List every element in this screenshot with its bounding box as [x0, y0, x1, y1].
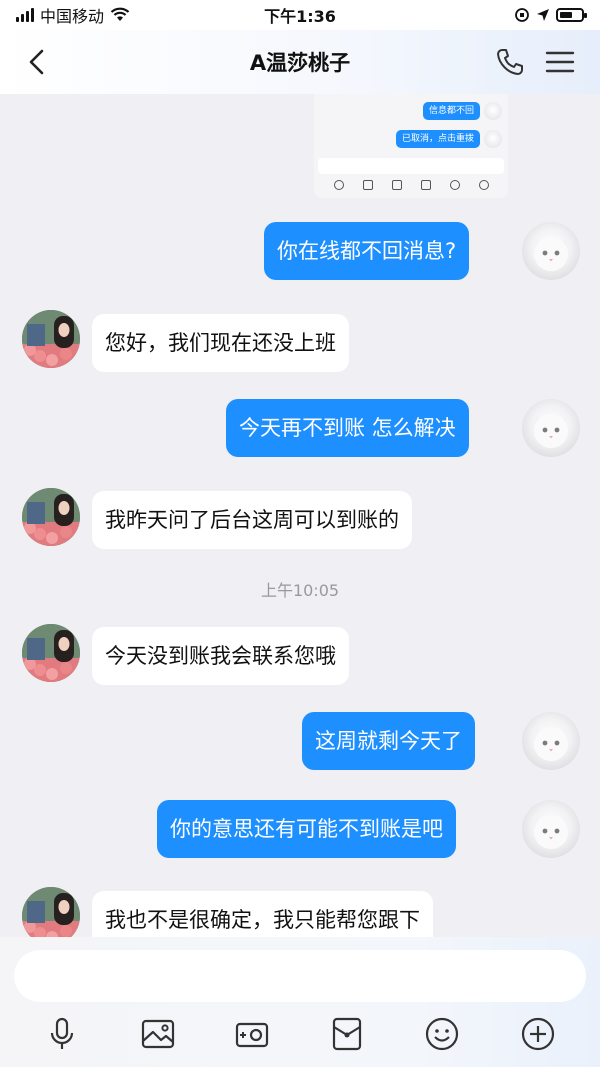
message-input[interactable]: [14, 950, 586, 1002]
contact-avatar[interactable]: [22, 624, 80, 682]
message-bubble-outgoing[interactable]: 你的意思还有可能不到账是吧: [157, 800, 456, 858]
quoted-avatar: [484, 102, 502, 120]
emoji-icon[interactable]: [424, 1016, 460, 1052]
cat-avatar[interactable]: [522, 712, 580, 770]
contact-avatar[interactable]: [22, 310, 80, 368]
message-bubble-outgoing[interactable]: 今天再不到账 怎么解决: [226, 399, 469, 457]
chat-header: A温莎桃子: [0, 30, 600, 94]
quoted-message: 已取消，点击重拨: [395, 130, 480, 148]
contact-avatar[interactable]: [22, 887, 80, 937]
status-bar: 中国移动 下午1:36: [0, 0, 600, 30]
phone-icon[interactable]: [494, 46, 526, 78]
message-timestamp: 上午10:05: [260, 581, 340, 600]
menu-icon[interactable]: [544, 46, 576, 78]
image-icon[interactable]: [140, 1016, 176, 1052]
chat-area[interactable]: 信息都不回 已取消，点击重拨 你在线都不回消息? 您好，我们现在还没上班 今天再…: [0, 94, 600, 937]
signal-icon: [16, 8, 34, 22]
microphone-icon[interactable]: [44, 1016, 80, 1052]
message-bubble-outgoing[interactable]: 你在线都不回消息?: [264, 222, 470, 280]
quoted-message: 信息都不回: [422, 102, 480, 120]
cat-avatar[interactable]: [522, 399, 580, 457]
camera-icon[interactable]: [234, 1016, 270, 1052]
contact-avatar[interactable]: [22, 488, 80, 546]
cat-avatar[interactable]: [522, 800, 580, 858]
orientation-lock-icon: [515, 8, 529, 22]
message-bubble-incoming[interactable]: 今天没到账我会联系您哦: [92, 627, 349, 685]
message-bubble-incoming[interactable]: 您好，我们现在还没上班: [92, 314, 349, 372]
quoted-avatar: [484, 130, 502, 148]
wifi-icon: [110, 7, 130, 21]
battery-icon: [556, 8, 587, 22]
composer: [0, 937, 600, 1067]
cat-avatar[interactable]: [522, 222, 580, 280]
screenshot-image-message[interactable]: 信息都不回 已取消，点击重拨: [314, 94, 508, 198]
message-bubble-outgoing[interactable]: 这周就剩今天了: [302, 712, 475, 770]
quoted-toolbar: [314, 180, 508, 190]
message-bubble-incoming[interactable]: 我也不是很确定，我只能帮您跟下: [92, 891, 433, 937]
location-icon: [537, 9, 549, 21]
message-bubble-incoming[interactable]: 我昨天问了后台这周可以到账的: [92, 491, 412, 549]
plus-icon[interactable]: [520, 1016, 556, 1052]
carrier-label: 中国移动: [40, 7, 105, 26]
red-packet-icon[interactable]: [329, 1016, 365, 1052]
quoted-input-bar: [318, 158, 504, 174]
back-arrow-icon[interactable]: [22, 46, 54, 78]
chat-title: A温莎桃子: [249, 51, 351, 75]
